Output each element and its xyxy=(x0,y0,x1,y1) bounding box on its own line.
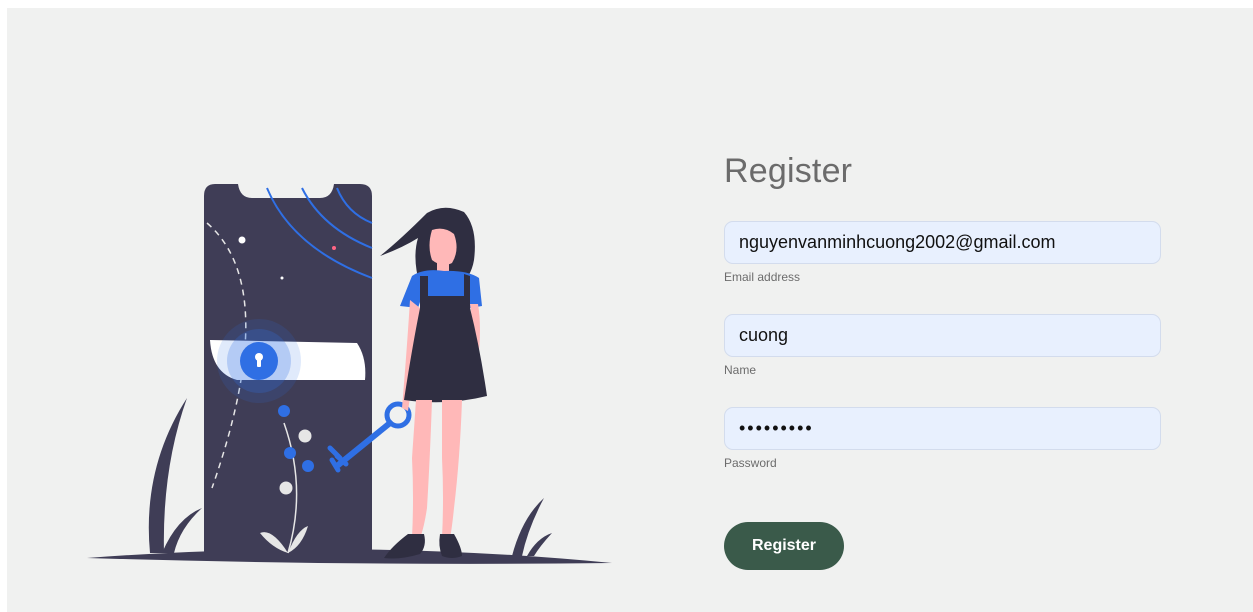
name-field-group: Name xyxy=(724,314,1161,378)
password-field[interactable] xyxy=(724,407,1161,450)
email-label: Email address xyxy=(724,270,801,284)
login-illustration-icon xyxy=(82,168,617,568)
page-title: Register xyxy=(724,152,853,190)
name-field[interactable] xyxy=(724,314,1161,357)
email-field[interactable] xyxy=(724,221,1161,264)
password-field-group: Password xyxy=(724,407,1161,471)
register-page: Register Email address Name Password Reg… xyxy=(7,8,1253,612)
register-button[interactable]: Register xyxy=(724,522,844,570)
name-label: Name xyxy=(724,363,757,377)
password-label: Password xyxy=(724,456,777,470)
register-form: Register Email address Name Password Reg… xyxy=(724,148,1161,570)
email-field-group: Email address xyxy=(724,221,1161,285)
